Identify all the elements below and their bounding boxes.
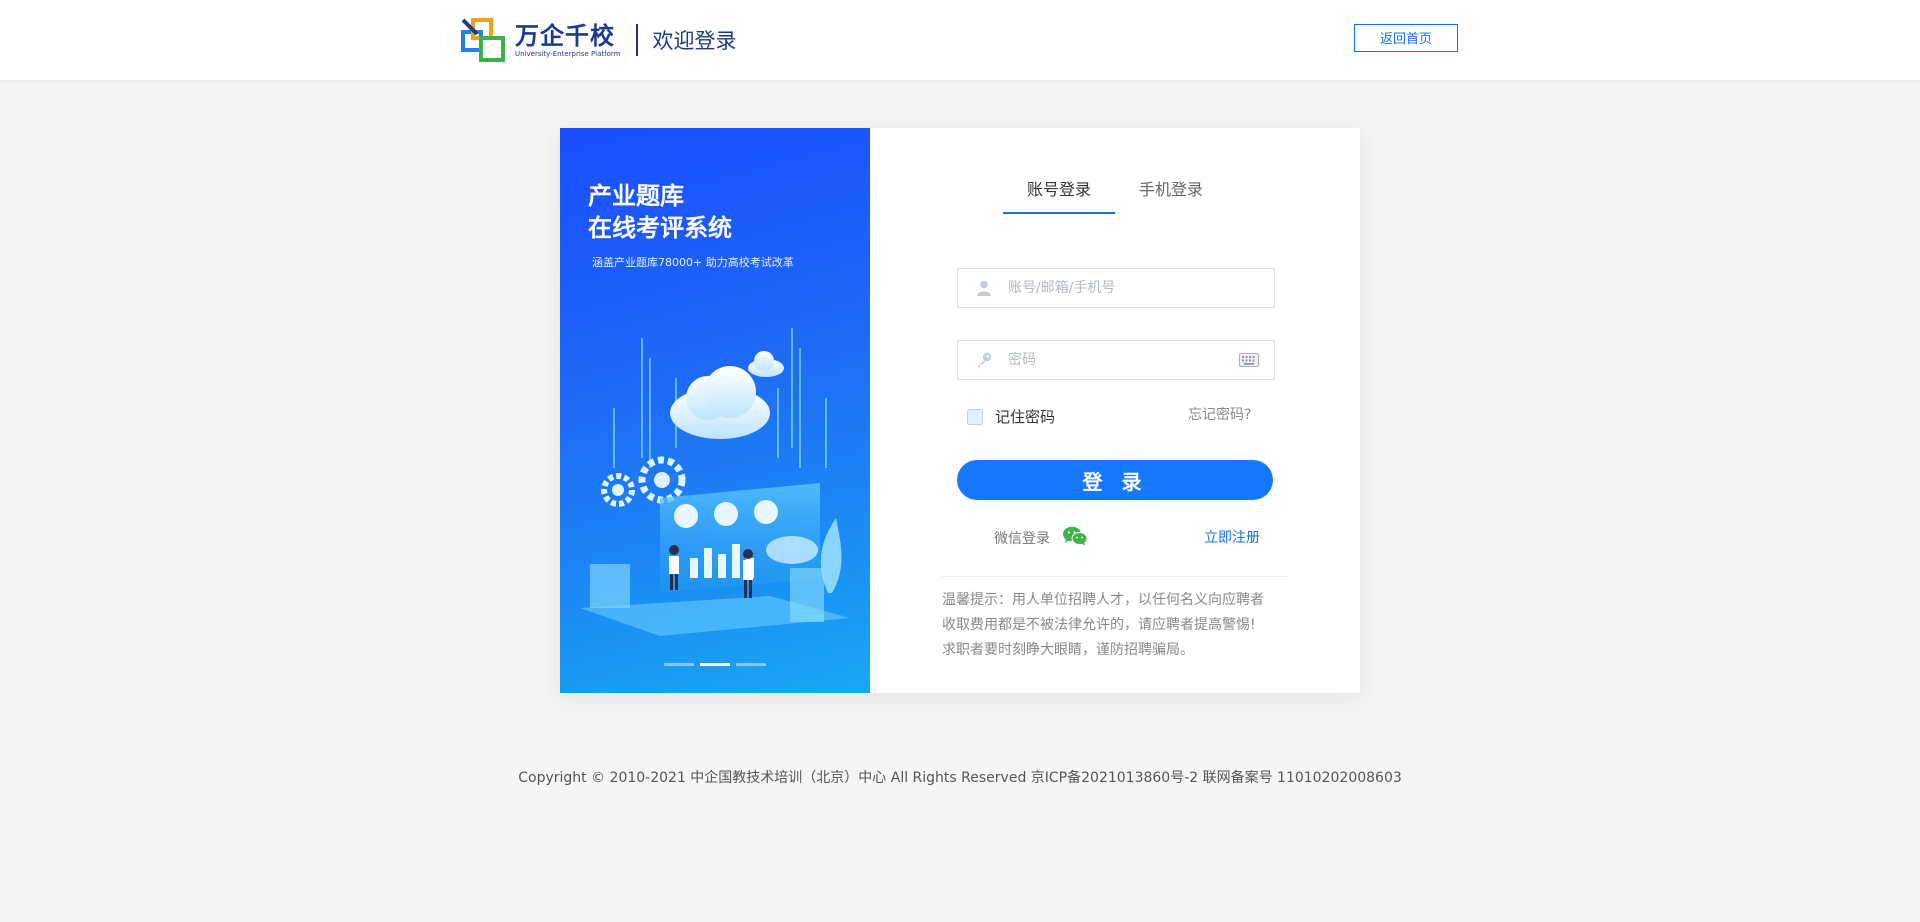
- register-link[interactable]: 立即注册: [1204, 527, 1260, 547]
- logo-mark-icon: [459, 18, 509, 62]
- logo-divider: [636, 24, 639, 56]
- logo-subtitle: University-Enterprise Platform: [515, 49, 621, 58]
- promo-banner: 产业题库 在线考评系统 涵盖产业题库78000+ 助力高校考试改革: [560, 128, 870, 693]
- logo-title: 万企千校: [515, 21, 615, 50]
- account-field[interactable]: [957, 268, 1275, 308]
- brand-logo[interactable]: 万企千校 University-Enterprise Platform 欢迎登录: [459, 18, 736, 62]
- carousel-dot-2[interactable]: [700, 663, 730, 666]
- login-form: 账号登录 手机登录 账号/邮箱/手机号 记住密码 忘记密码? 登 录 微信登录 …: [870, 128, 1360, 693]
- login-tabs: 账号登录 手机登录: [1003, 168, 1227, 214]
- notice-line-1: 温馨提示：用人单位招聘人才，以任何名义向应聘者: [942, 592, 1264, 608]
- remember-label: 记住密码: [995, 408, 1056, 426]
- footer-copyright: Copyright © 2010-2021 中企国教技术培训（北京）中心 All…: [518, 770, 1402, 786]
- banner-title-line1: 产业题库: [588, 182, 684, 210]
- wechat-login-label: 微信登录: [994, 531, 1050, 547]
- login-button[interactable]: 登 录: [957, 460, 1273, 500]
- account-input[interactable]: [1006, 269, 1274, 307]
- wechat-icon[interactable]: [1062, 526, 1088, 550]
- warm-notice: 温馨提示：用人单位招聘人才，以任何名义向应聘者 收取费用都是不被法律允许的，请应…: [942, 588, 1292, 663]
- banner-title: 产业题库 在线考评系统: [588, 180, 732, 244]
- form-divider: [942, 576, 1288, 577]
- back-home-button[interactable]: 返回首页: [1354, 24, 1458, 52]
- wechat-login[interactable]: 微信登录: [994, 526, 1088, 550]
- top-header: 万企千校 University-Enterprise Platform 欢迎登录…: [0, 0, 1920, 80]
- user-icon: [974, 278, 994, 298]
- password-input[interactable]: [1006, 341, 1238, 379]
- remember-checkbox[interactable]: [967, 408, 983, 425]
- tab-phone-login[interactable]: 手机登录: [1115, 168, 1227, 212]
- password-field[interactable]: [957, 340, 1275, 380]
- key-icon: [974, 350, 994, 370]
- keyboard-icon[interactable]: [1238, 350, 1260, 370]
- carousel-dot-3[interactable]: [736, 663, 766, 666]
- notice-line-2: 收取费用都是不被法律允许的，请应聘者提高警惕!: [942, 617, 1256, 633]
- remember-password[interactable]: 记住密码: [967, 406, 1055, 427]
- forgot-password-link[interactable]: 忘记密码?: [1188, 404, 1251, 424]
- login-card: 产业题库 在线考评系统 涵盖产业题库78000+ 助力高校考试改革 账号登录 手…: [560, 128, 1360, 693]
- notice-line-3: 求职者要时刻睁大眼睛，谨防招聘骗局。: [942, 642, 1194, 658]
- banner-subtitle: 涵盖产业题库78000+ 助力高校考试改革: [592, 256, 794, 269]
- welcome-text: 欢迎登录: [652, 29, 737, 53]
- banner-illustration: [580, 328, 850, 636]
- banner-title-line2: 在线考评系统: [588, 214, 732, 242]
- carousel-indicators: [664, 663, 766, 666]
- tab-account-login[interactable]: 账号登录: [1003, 168, 1115, 214]
- carousel-dot-1[interactable]: [664, 663, 694, 666]
